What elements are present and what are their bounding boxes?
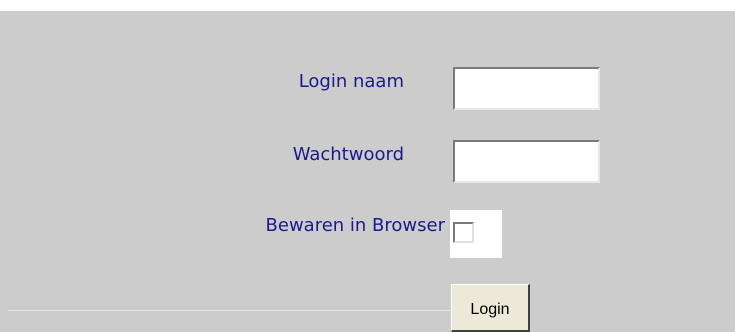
login-panel: [0, 11, 735, 332]
divider: [8, 310, 450, 311]
password-input[interactable]: [453, 140, 600, 183]
remember-in-browser-checkbox[interactable]: [453, 222, 474, 243]
login-page: Login naam Wachtwoord Bewaren in Browser…: [0, 0, 735, 332]
login-button[interactable]: Login: [451, 284, 530, 332]
login-name-label: Login naam: [298, 71, 404, 92]
password-label: Wachtwoord: [292, 144, 404, 165]
remember-in-browser-label: Bewaren in Browser: [265, 215, 445, 236]
login-name-input[interactable]: [453, 67, 600, 110]
